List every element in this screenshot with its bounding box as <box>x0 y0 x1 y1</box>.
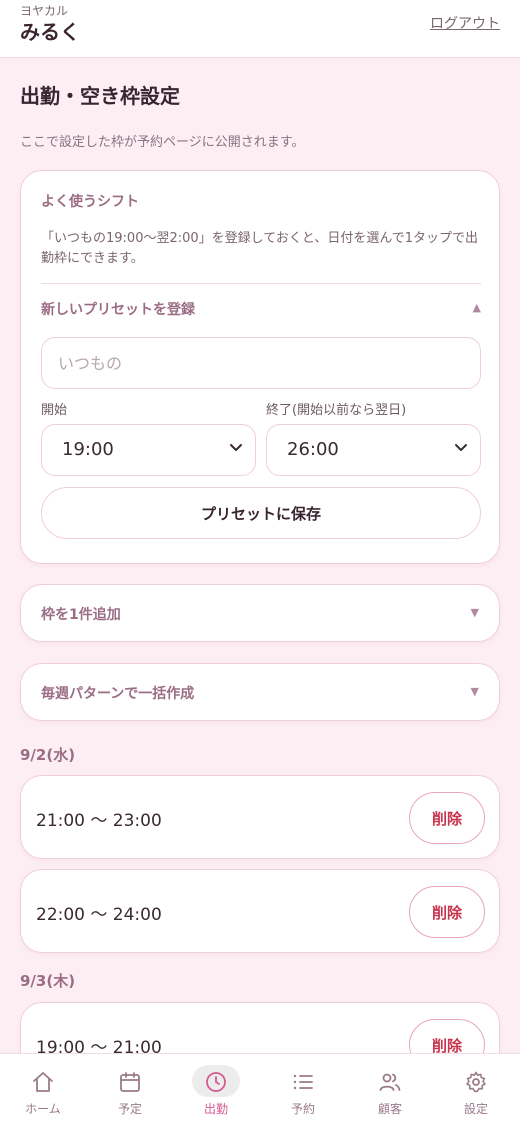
app-header: ヨヤカル みるく ログアウト <box>0 0 520 58</box>
slot-time: 21:00 〜 23:00 <box>36 811 162 831</box>
shift-slot: 21:00 〜 23:00 削除 <box>20 775 500 859</box>
add-one-slot-label: 枠を1件追加 <box>41 607 121 623</box>
slot-time: 22:00 〜 24:00 <box>36 905 162 925</box>
caret-up-icon: ▲ <box>472 301 481 314</box>
new-preset-label: 新しいプリセットを登録 <box>41 302 195 318</box>
main-content[interactable]: 出勤・空き枠設定 ここで設定した枠が予約ページに公開されます。 よく使うシフト … <box>0 58 520 1053</box>
delete-button[interactable]: 削除 <box>409 792 485 844</box>
new-preset-toggle[interactable]: 新しいプリセットを登録 ▲ <box>41 295 481 321</box>
date-heading: 9/3(木) <box>20 972 76 990</box>
add-one-slot-section[interactable]: 枠を1件追加 ▼ <box>20 584 500 642</box>
calendar-icon <box>120 1072 140 1092</box>
nav-label: 予定 <box>117 1102 142 1116</box>
logout-link[interactable]: ログアウト <box>430 13 500 33</box>
nav-item-settings[interactable]: 設定 <box>433 1054 519 1127</box>
date-heading: 9/2(水) <box>20 746 76 764</box>
nav-label: 設定 <box>463 1102 488 1116</box>
page-title: 出勤・空き枠設定 <box>20 84 180 108</box>
preset-name-input[interactable] <box>41 337 481 389</box>
end-time-value: 26:00 <box>287 439 339 460</box>
shift-slot: 22:00 〜 24:00 削除 <box>20 869 500 953</box>
nav-label: 出勤 <box>203 1102 228 1116</box>
shift-slot: 19:00 〜 21:00 削除 <box>20 1002 500 1053</box>
preset-card: よく使うシフト 「いつもの19:00〜翌2:00」を登録しておくと、日付を選んで… <box>20 170 500 564</box>
nav-item-shift[interactable]: 出勤 <box>173 1054 259 1127</box>
start-time-label: 開始 <box>41 403 68 418</box>
nav-item-schedule[interactable]: 予定 <box>87 1054 173 1127</box>
preset-title: よく使うシフト <box>41 194 139 210</box>
bottom-nav: ホーム 予定 出勤 予約 顧客 設定 <box>0 1053 520 1127</box>
nav-label: ホーム <box>25 1102 61 1116</box>
slot-time: 19:00 〜 21:00 <box>36 1038 162 1053</box>
chevron-down-icon <box>230 444 242 451</box>
home-icon <box>33 1072 53 1092</box>
end-time-select[interactable]: 26:00 <box>266 424 481 476</box>
list-icon <box>293 1074 313 1090</box>
page-description: ここで設定した枠が予約ページに公開されます。 <box>20 135 305 150</box>
delete-button[interactable]: 削除 <box>409 886 485 938</box>
save-preset-label: プリセットに保存 <box>200 505 321 523</box>
nav-item-home[interactable]: ホーム <box>0 1054 86 1127</box>
users-icon <box>379 1073 401 1091</box>
start-time-value: 19:00 <box>62 439 114 460</box>
end-time-label: 終了(開始以前なら翌日) <box>266 403 407 418</box>
caret-down-icon: ▼ <box>470 606 479 619</box>
nav-item-reservations[interactable]: 予約 <box>260 1054 346 1127</box>
weekly-pattern-label: 毎週パターンで一括作成 <box>41 686 195 702</box>
delete-label: 削除 <box>431 904 462 922</box>
delete-label: 削除 <box>431 1037 462 1053</box>
nav-item-customers[interactable]: 顧客 <box>347 1054 433 1127</box>
nav-label: 顧客 <box>377 1102 402 1116</box>
clock-icon <box>206 1072 226 1092</box>
gear-icon <box>466 1071 486 1093</box>
nav-label: 予約 <box>290 1102 315 1116</box>
caret-down-icon: ▼ <box>470 685 479 698</box>
preset-description: 「いつもの19:00〜翌2:00」を登録しておくと、日付を選んで1タップで出勤枠… <box>41 231 478 266</box>
divider <box>41 283 481 284</box>
save-preset-button[interactable]: プリセットに保存 <box>41 487 481 539</box>
start-time-select[interactable]: 19:00 <box>41 424 256 476</box>
delete-label: 削除 <box>431 810 462 828</box>
chevron-down-icon <box>455 444 467 451</box>
brand-shop-name: みるく <box>20 20 80 44</box>
weekly-pattern-section[interactable]: 毎週パターンで一括作成 ▼ <box>20 663 500 721</box>
delete-button[interactable]: 削除 <box>409 1019 485 1053</box>
